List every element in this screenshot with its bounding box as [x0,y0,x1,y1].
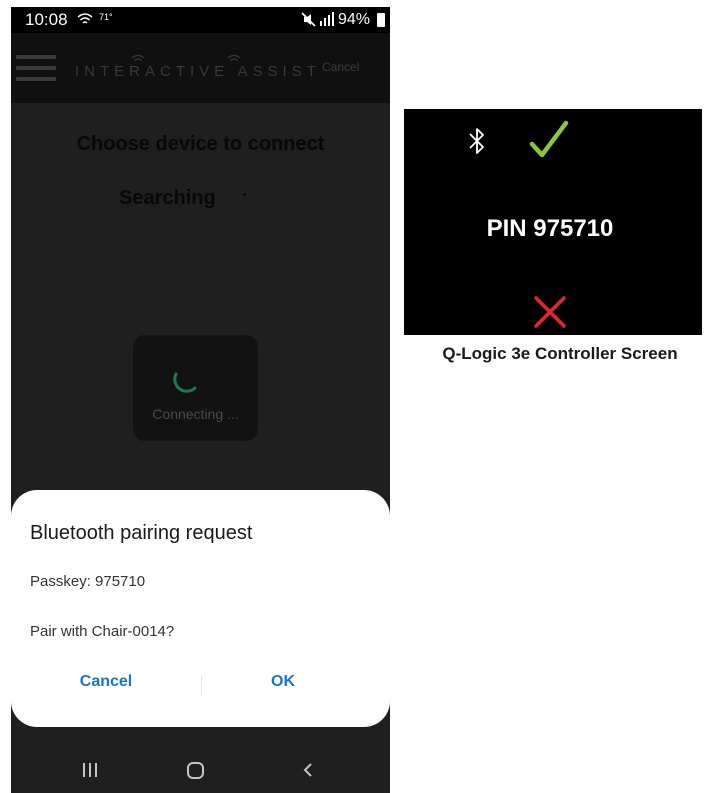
searching-indicator [243,193,246,196]
bluetooth-icon [469,128,484,154]
mute-icon [301,12,316,27]
page-title: Choose device to connect [76,133,325,155]
controller-pin: PIN 975710 [486,215,614,242]
dialog-passkey: Passkey: 975710 [30,573,146,590]
connecting-toast: Connecting ... [133,335,258,441]
x-icon [534,296,566,328]
logo-wifi-icon [131,54,145,62]
dialog-title: Bluetooth pairing request [30,522,253,544]
battery-icon [377,13,385,27]
status-time: 10:08 [25,10,68,29]
spinner-icon [173,372,197,393]
hamburger-menu-icon[interactable] [16,53,56,83]
logo-wifi-icon [227,54,241,62]
battery-percent: 94% [338,11,371,28]
app-logo: INTERACTIVE ASSIST [75,53,316,89]
recent-apps-icon[interactable] [81,761,99,779]
status-temperature: 71° [99,12,113,22]
app-bar: INTERACTIVE ASSIST Cancel [11,33,390,103]
navigation-bar [11,737,390,793]
connecting-label: Connecting ... [152,406,239,422]
home-icon[interactable] [187,762,204,779]
dialog-cancel-button[interactable]: Cancel [11,673,201,703]
status-bar: 10:08 71° 94% [11,7,390,33]
phone-screenshot: 10:08 71° 94% INTERACTIVE ASSIST Cancel … [11,7,390,793]
logo-text: INTERACTIVE ASSIST [75,63,321,80]
controller-screen: PIN 975710 [404,109,702,335]
check-icon [529,120,569,158]
wifi-icon [77,13,93,24]
lte-signal-icon [320,12,334,26]
dialog-ok-button[interactable]: OK [202,673,364,703]
app-cancel-button[interactable]: Cancel [322,60,359,74]
dialog-pair-prompt: Pair with Chair-0014? [30,623,175,640]
back-icon[interactable] [298,760,318,780]
searching-status: Searching [119,187,216,209]
bluetooth-pairing-dialog: Bluetooth pairing request Passkey: 97571… [11,490,390,727]
controller-caption: Q-Logic 3e Controller Screen [442,344,678,363]
